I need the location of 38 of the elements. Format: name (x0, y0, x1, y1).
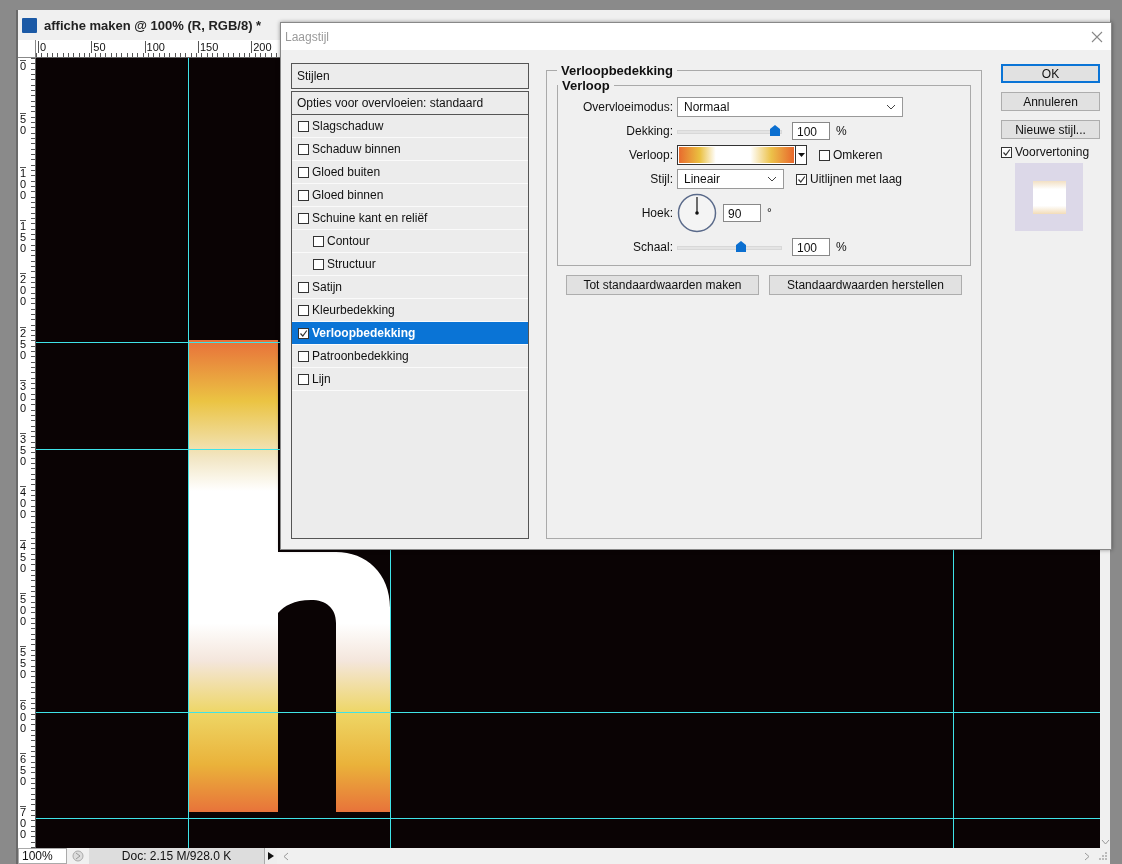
ruler-label: 50 (20, 113, 27, 137)
ruler-label: 0 (20, 60, 27, 72)
ruler-label: 50 (91, 41, 106, 53)
ruler-label: 200 (251, 41, 272, 53)
ruler-label: 200 (20, 273, 27, 308)
ruler-label: 500 (20, 593, 27, 627)
unit-label: % (836, 124, 847, 138)
checkbox-label: Uitlijnen met laag (810, 172, 903, 186)
ruler-label: 150 (20, 219, 27, 254)
ruler-label: 100 (20, 166, 27, 201)
document-info: Doc: 2.15 M/928.0 K (89, 848, 264, 864)
checkbox-label: Voorvertoning (1015, 145, 1090, 159)
dialog-title: Laagstijl (285, 29, 330, 44)
ruler-label: 550 (20, 646, 27, 681)
ruler-label: 250 (20, 326, 27, 361)
field-label: Hoek: (640, 206, 673, 220)
ruler-label: 400 (20, 486, 27, 521)
ruler-label: 150 (197, 41, 219, 53)
ruler-label: 100 (144, 41, 165, 53)
ruler-label: 650 (20, 752, 27, 787)
checkbox-label: Omkeren (833, 148, 883, 162)
ruler-label: 700 (20, 806, 27, 841)
group-title: Verloop (561, 78, 611, 93)
ruler-label: 350 (20, 433, 27, 468)
ruler-label: 450 (20, 539, 27, 574)
styles-header: Stijlen (291, 63, 529, 89)
ruler-label: 600 (20, 699, 27, 734)
unit-label: ° (767, 206, 772, 220)
document-title: affiche maken @ 100% (R, RGB/8) * (44, 17, 262, 33)
ruler-label: 300 (20, 379, 27, 414)
section-title: Verloopbedekking (560, 63, 674, 78)
field-label: Schaal: (631, 240, 673, 254)
field-label: Verloop: (627, 148, 673, 162)
unit-label: % (836, 240, 847, 254)
ruler-label: 0 (38, 41, 47, 53)
field-label: Dekking: (625, 124, 673, 138)
field-label: Overvloeimodus: (581, 100, 673, 114)
field-label: Stijl: (649, 172, 673, 186)
